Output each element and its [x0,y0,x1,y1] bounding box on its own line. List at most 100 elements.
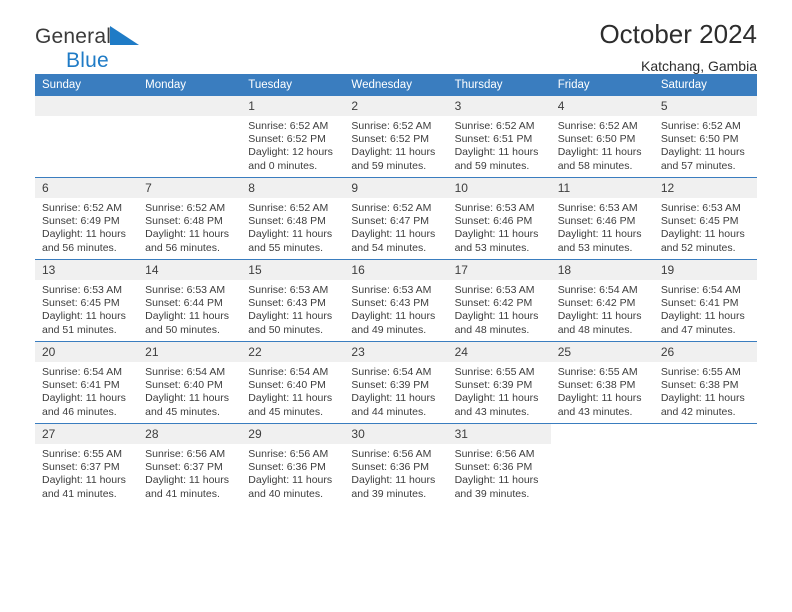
day-details: Sunrise: 6:55 AM Sunset: 6:38 PM Dayligh… [660,366,745,418]
day-details: Sunrise: 6:53 AM Sunset: 6:44 PM Dayligh… [145,284,229,336]
week-row: 27 Sunrise: 6:55 AM Sunset: 6:37 PM Dayli… [35,423,757,505]
day-number: 10 [447,178,551,198]
day-details: Sunrise: 6:54 AM Sunset: 6:41 PM Dayligh… [660,284,745,336]
day-details: Sunrise: 6:53 AM Sunset: 6:46 PM Dayligh… [557,202,642,254]
day-cell[interactable]: 26 Sunrise: 6:55 AM Sunset: 6:38 PM Dayli… [653,341,757,424]
day-details: Sunrise: 6:52 AM Sunset: 6:47 PM Dayligh… [351,202,436,254]
day-details [35,116,138,120]
day-cell[interactable]: 29 Sunrise: 6:56 AM Sunset: 6:36 PM Dayli… [241,423,345,505]
day-cell[interactable]: 30 Sunrise: 6:56 AM Sunset: 6:36 PM Dayli… [344,423,448,505]
day-cell[interactable]: 28 Sunrise: 6:56 AM Sunset: 6:37 PM Dayli… [138,423,242,505]
day-details: Sunrise: 6:54 AM Sunset: 6:42 PM Dayligh… [557,284,642,336]
day-cell[interactable]: 2 Sunrise: 6:52 AM Sunset: 6:52 PM Daylig… [344,96,448,178]
day-number: 6 [35,178,139,198]
day-details: Sunrise: 6:53 AM Sunset: 6:42 PM Dayligh… [454,284,539,336]
day-number: 29 [241,424,345,444]
day-number [138,96,242,116]
day-details: Sunrise: 6:52 AM Sunset: 6:51 PM Dayligh… [454,120,539,172]
day-cell[interactable]: 8 Sunrise: 6:52 AM Sunset: 6:48 PM Daylig… [241,177,345,260]
day-number [654,424,757,444]
day-details: Sunrise: 6:54 AM Sunset: 6:39 PM Dayligh… [351,366,436,418]
day-cell[interactable]: 31 Sunrise: 6:56 AM Sunset: 6:36 PM Dayli… [447,423,551,505]
day-cell[interactable]: 21 Sunrise: 6:54 AM Sunset: 6:40 PM Dayli… [138,341,242,424]
day-cell[interactable] [138,96,242,178]
day-cell[interactable]: 23 Sunrise: 6:54 AM Sunset: 6:39 PM Dayli… [344,341,448,424]
day-cell[interactable] [35,96,139,178]
day-cell[interactable]: 20 Sunrise: 6:54 AM Sunset: 6:41 PM Dayli… [35,341,139,424]
day-cell[interactable]: 22 Sunrise: 6:54 AM Sunset: 6:40 PM Dayli… [241,341,345,424]
weekday-header-friday: Friday [550,74,654,96]
day-number: 13 [35,260,139,280]
calendar-table: Sunday Monday Tuesday Wednesday Thursday… [35,74,757,505]
day-cell[interactable]: 3 Sunrise: 6:52 AM Sunset: 6:51 PM Daylig… [447,96,551,178]
page-title: October 2024 [599,19,757,49]
day-number: 24 [447,342,551,362]
day-number: 25 [550,342,654,362]
day-details: Sunrise: 6:52 AM Sunset: 6:48 PM Dayligh… [248,202,333,254]
day-number: 27 [35,424,139,444]
day-cell[interactable]: 9 Sunrise: 6:52 AM Sunset: 6:47 PM Daylig… [344,177,448,260]
day-details [138,116,241,120]
day-details: Sunrise: 6:55 AM Sunset: 6:39 PM Dayligh… [454,366,539,418]
day-cell[interactable]: 25 Sunrise: 6:55 AM Sunset: 6:38 PM Dayli… [550,341,654,424]
day-details [551,444,654,448]
day-number [551,424,654,444]
day-details: Sunrise: 6:54 AM Sunset: 6:40 PM Dayligh… [145,366,229,418]
day-details: Sunrise: 6:52 AM Sunset: 6:50 PM Dayligh… [660,120,745,172]
day-number: 18 [550,260,654,280]
day-number: 2 [344,96,448,116]
blue-triangle-flag-icon [110,26,140,49]
day-number: 7 [138,178,242,198]
day-cell[interactable]: 14 Sunrise: 6:53 AM Sunset: 6:44 PM Dayli… [138,259,242,342]
day-cell[interactable]: 27 Sunrise: 6:55 AM Sunset: 6:37 PM Dayli… [35,423,139,505]
day-cell[interactable]: 15 Sunrise: 6:53 AM Sunset: 6:43 PM Dayli… [241,259,345,342]
day-cell[interactable]: 11 Sunrise: 6:53 AM Sunset: 6:46 PM Dayli… [550,177,654,260]
day-number: 26 [653,342,757,362]
day-number: 30 [344,424,448,444]
day-cell[interactable]: 1 Sunrise: 6:52 AM Sunset: 6:52 PM Daylig… [241,96,345,178]
day-cell[interactable]: 18 Sunrise: 6:54 AM Sunset: 6:42 PM Dayli… [550,259,654,342]
day-details: Sunrise: 6:52 AM Sunset: 6:52 PM Dayligh… [248,120,333,172]
day-cell[interactable]: 16 Sunrise: 6:53 AM Sunset: 6:43 PM Dayli… [344,259,448,342]
week-row: 20 Sunrise: 6:54 AM Sunset: 6:41 PM Dayli… [35,341,757,424]
week-row: 13 Sunrise: 6:53 AM Sunset: 6:45 PM Dayli… [35,259,757,342]
day-details: Sunrise: 6:53 AM Sunset: 6:45 PM Dayligh… [42,284,126,336]
day-cell[interactable]: 4 Sunrise: 6:52 AM Sunset: 6:50 PM Daylig… [550,96,654,178]
day-cell[interactable]: 7 Sunrise: 6:52 AM Sunset: 6:48 PM Daylig… [138,177,242,260]
calendar-page: General Blue October 2024 Katchang, Gamb… [0,0,792,612]
day-cell[interactable] [653,423,757,505]
day-details [654,444,757,448]
day-number: 19 [653,260,757,280]
day-details: Sunrise: 6:54 AM Sunset: 6:40 PM Dayligh… [248,366,333,418]
day-details: Sunrise: 6:55 AM Sunset: 6:38 PM Dayligh… [557,366,642,418]
day-cell[interactable]: 13 Sunrise: 6:53 AM Sunset: 6:45 PM Dayli… [35,259,139,342]
day-details: Sunrise: 6:52 AM Sunset: 6:52 PM Dayligh… [351,120,436,172]
day-cell[interactable]: 5 Sunrise: 6:52 AM Sunset: 6:50 PM Daylig… [653,96,757,178]
brand-logo[interactable]: General Blue [35,26,140,71]
day-cell[interactable]: 17 Sunrise: 6:53 AM Sunset: 6:42 PM Dayli… [447,259,551,342]
weekday-header-sunday: Sunday [35,74,139,96]
day-cell[interactable]: 24 Sunrise: 6:55 AM Sunset: 6:39 PM Dayli… [447,341,551,424]
day-number: 1 [241,96,345,116]
brand-name-top: General [35,25,112,48]
day-number: 14 [138,260,242,280]
day-number: 20 [35,342,139,362]
day-number: 11 [550,178,654,198]
day-number: 28 [138,424,242,444]
day-number: 17 [447,260,551,280]
day-cell[interactable] [550,423,654,505]
day-cell[interactable]: 19 Sunrise: 6:54 AM Sunset: 6:41 PM Dayli… [653,259,757,342]
day-cell[interactable]: 10 Sunrise: 6:53 AM Sunset: 6:46 PM Dayli… [447,177,551,260]
page-subtitle: Katchang, Gambia [641,57,757,74]
calendar-body: 1 Sunrise: 6:52 AM Sunset: 6:52 PM Daylig… [35,96,757,505]
day-cell[interactable]: 12 Sunrise: 6:53 AM Sunset: 6:45 PM Dayli… [653,177,757,260]
day-details: Sunrise: 6:53 AM Sunset: 6:43 PM Dayligh… [248,284,333,336]
day-details: Sunrise: 6:52 AM Sunset: 6:50 PM Dayligh… [557,120,642,172]
weekday-header-saturday: Saturday [653,74,757,96]
day-cell[interactable]: 6 Sunrise: 6:52 AM Sunset: 6:49 PM Daylig… [35,177,139,260]
day-number: 4 [550,96,654,116]
day-number: 21 [138,342,242,362]
day-details: Sunrise: 6:52 AM Sunset: 6:48 PM Dayligh… [145,202,229,254]
day-details: Sunrise: 6:53 AM Sunset: 6:43 PM Dayligh… [351,284,436,336]
day-number: 22 [241,342,345,362]
